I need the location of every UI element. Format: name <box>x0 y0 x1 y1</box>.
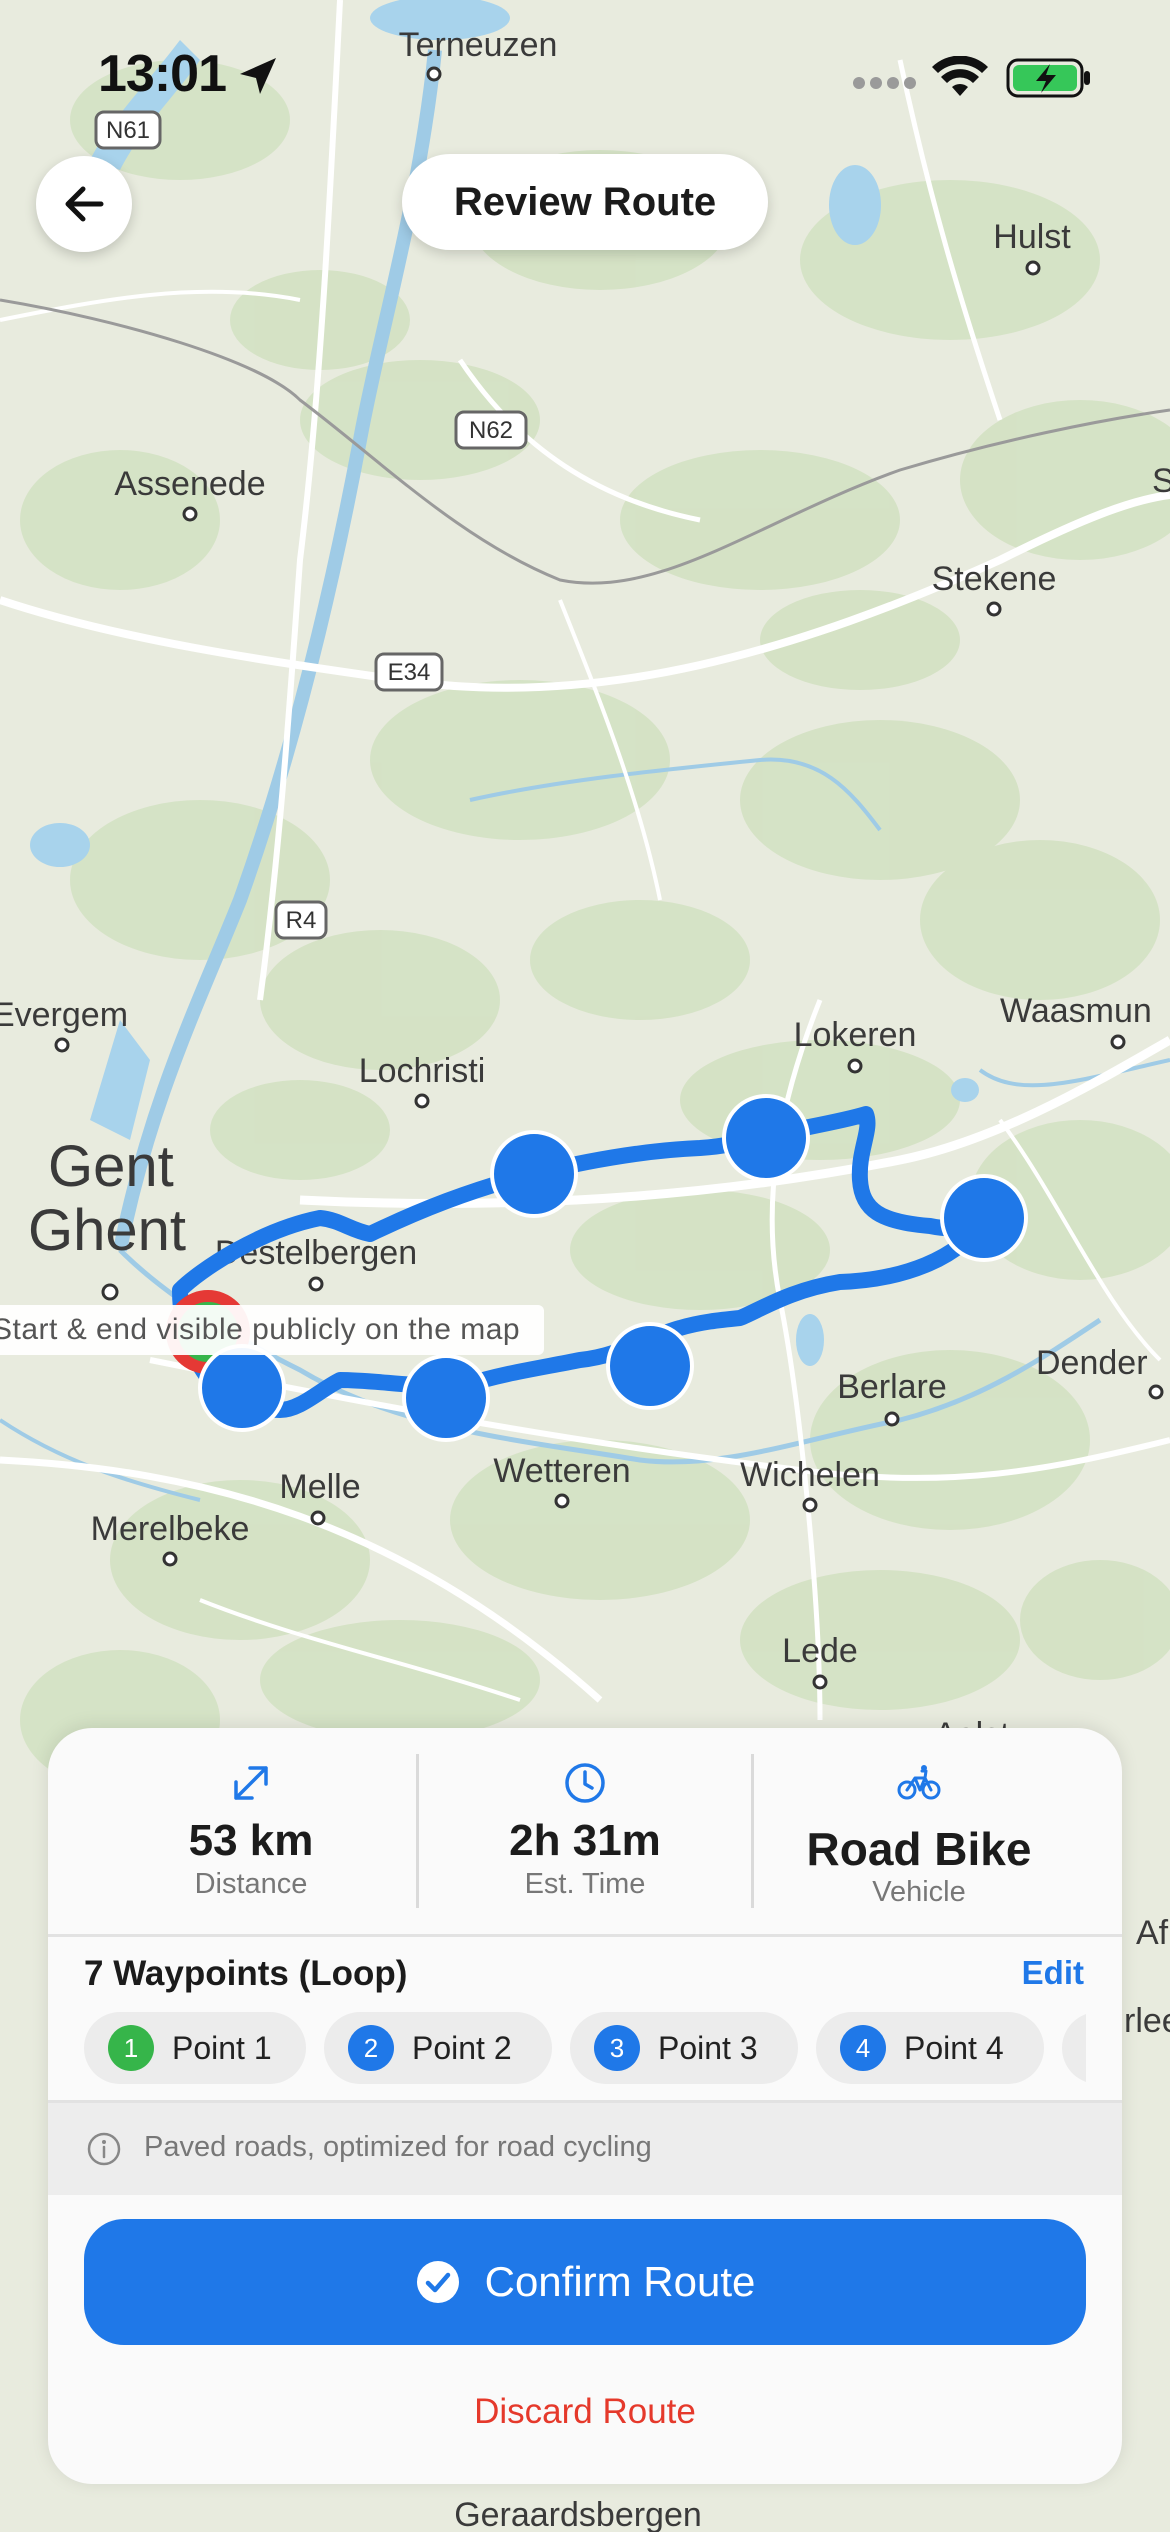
place-hulst: Hulst <box>993 218 1071 256</box>
status-time: 13:01 <box>98 45 227 103</box>
waypoint-marker-6 <box>722 1094 810 1182</box>
place-wichelen: Wichelen <box>740 1456 880 1494</box>
waypoint-number-badge: 1 <box>108 2025 154 2071</box>
distance-value: 53 km <box>188 1816 314 1865</box>
place-geraardsbergen: Geraardsbergen <box>454 2496 702 2532</box>
waypoint-chip-2[interactable]: 2 Point 2 <box>324 2012 552 2084</box>
distance-stat: 53 km Distance <box>84 1728 418 1934</box>
waypoint-chip-label: Point 1 <box>172 2029 272 2066</box>
privacy-notice-label: Start & end visible publicly on the map <box>0 1305 545 1355</box>
confirm-route-button[interactable]: Confirm Route <box>84 2219 1086 2345</box>
route-summary-panel: 53 km Distance 2h 31m Est. Time Road Bik… <box>48 1728 1122 2484</box>
place-stekene: Stekene <box>932 560 1057 598</box>
place-berlare: Berlare <box>837 1368 947 1406</box>
waypoint-chip-label: Point 2 <box>412 2029 512 2066</box>
waypoint-chip-3[interactable]: 3 Point 3 <box>570 2012 798 2084</box>
battery-charging-icon <box>1006 58 1090 98</box>
waypoint-number-badge: 2 <box>348 2025 394 2071</box>
check-circle-icon <box>416 2261 459 2303</box>
expand-arrows-icon <box>234 1766 268 1800</box>
waypoint-chip-label: Point 3 <box>658 2029 758 2066</box>
road-label-n61: N61 <box>106 117 150 144</box>
route-stats: 53 km Distance 2h 31m Est. Time Road Bik… <box>48 1728 1122 1934</box>
place-dendermonde: Dender <box>1036 1344 1148 1382</box>
cellular-signal-icon <box>853 77 916 89</box>
time-stat: 2h 31m Est. Time <box>418 1728 752 1934</box>
waypoint-marker-2 <box>198 1344 286 1432</box>
clock-icon <box>565 1763 605 1803</box>
vehicle-label: Vehicle <box>872 1876 966 1908</box>
page-title: Review Route <box>402 154 768 250</box>
place-gent: Gent <box>48 1134 174 1199</box>
waypoint-number-badge: 3 <box>594 2025 640 2071</box>
waypoint-marker-7 <box>490 1130 578 1218</box>
vehicle-value: Road Bike <box>806 1823 1032 1875</box>
place-lochristi: Lochristi <box>359 1052 486 1090</box>
waypoint-marker-5 <box>940 1174 1028 1262</box>
waypoint-marker-3 <box>402 1354 490 1442</box>
road-label-n62: N62 <box>469 417 513 444</box>
waypoint-chip-4[interactable]: 4 Point 4 <box>816 2012 1044 2084</box>
place-merelbeke: Merelbeke <box>91 1510 250 1548</box>
place-assenede: Assenede <box>114 465 265 503</box>
road-label-e34: E34 <box>388 659 431 686</box>
time-label: Est. Time <box>524 1868 646 1900</box>
place-partial-rlee: rlee <box>1124 2002 1170 2040</box>
road-label-r4: R4 <box>286 907 317 934</box>
info-icon <box>87 2132 121 2166</box>
location-arrow-icon <box>240 58 276 94</box>
waypoints-title: 7 Waypoints (Loop) <box>84 1954 408 1993</box>
waypoint-chip-1[interactable]: 1 Point 1 <box>84 2012 306 2084</box>
discard-route-button[interactable]: Discard Route <box>48 2392 1122 2432</box>
arrow-left-icon <box>65 186 104 222</box>
waypoint-number-badge: 4 <box>840 2025 886 2071</box>
panel-divider <box>48 1934 1122 1937</box>
route-info-text: Paved roads, optimized for road cycling <box>144 2131 652 2163</box>
wifi-icon <box>932 56 988 96</box>
place-partial-s: S <box>1152 462 1170 500</box>
back-button[interactable] <box>36 156 132 252</box>
waypoint-chips: 1 Point 1 2 Point 2 3 Point 3 4 Point 4 <box>84 2012 1086 2084</box>
place-ghent: Ghent <box>28 1198 186 1263</box>
place-evergem: Evergem <box>0 996 128 1034</box>
edit-waypoints-button[interactable]: Edit <box>1022 1954 1084 1992</box>
confirm-route-label: Confirm Route <box>484 2258 756 2305</box>
place-lede: Lede <box>782 1632 858 1670</box>
place-lokeren: Lokeren <box>794 1016 917 1054</box>
route-info-note: Paved roads, optimized for road cycling <box>48 2103 1122 2195</box>
place-partial-af: Af <box>1136 1914 1169 1952</box>
time-value: 2h 31m <box>509 1816 661 1865</box>
waypoint-chip-label: Point 4 <box>904 2029 1004 2066</box>
place-melle: Melle <box>279 1468 360 1506</box>
place-waasmunster: Waasmun <box>1000 992 1152 1030</box>
distance-label: Distance <box>194 1868 308 1900</box>
place-wetteren: Wetteren <box>493 1452 630 1490</box>
waypoint-marker-4 <box>606 1322 694 1410</box>
bicycle-icon <box>897 1765 941 1800</box>
place-terneuzen: Terneuzen <box>399 26 558 64</box>
waypoint-chip-partial[interactable] <box>1062 2012 1086 2084</box>
vehicle-stat: Road Bike Vehicle <box>752 1728 1086 1934</box>
